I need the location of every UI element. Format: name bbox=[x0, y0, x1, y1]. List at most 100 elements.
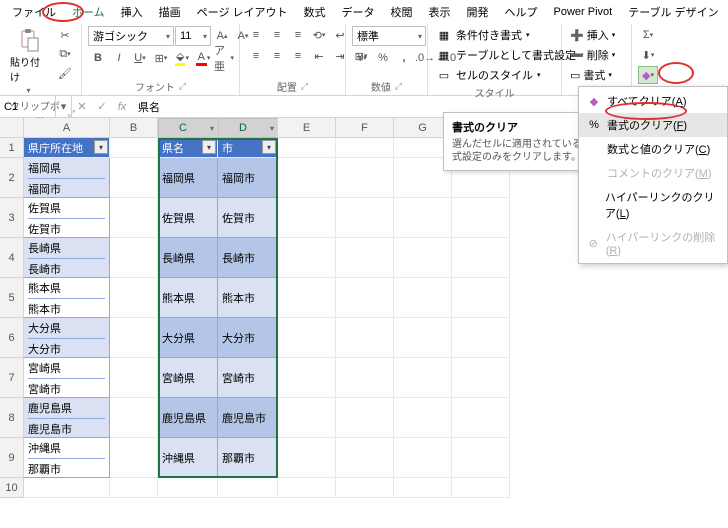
cell[interactable] bbox=[110, 238, 158, 278]
cell[interactable] bbox=[278, 158, 336, 198]
dialog-launcher-icon[interactable]: ⤢ bbox=[301, 81, 308, 92]
insert-cells-button[interactable]: ➕挿入▾ bbox=[568, 26, 617, 44]
cell[interactable] bbox=[452, 358, 510, 398]
clear-comments-item[interactable]: コメントのクリア(M) bbox=[579, 161, 727, 185]
cell[interactable] bbox=[452, 318, 510, 358]
valign-top-button[interactable]: ≡ bbox=[246, 26, 266, 44]
cell[interactable] bbox=[278, 478, 336, 498]
cell[interactable] bbox=[394, 358, 452, 398]
confirm-formula-button[interactable]: ✓ bbox=[92, 96, 112, 117]
valign-mid-button[interactable]: ≡ bbox=[267, 26, 287, 44]
cell-area[interactable]: 県庁所在地▾県名▾市▾福岡県福岡市福岡県福岡市佐賀県佐賀市佐賀県佐賀市長崎県長崎… bbox=[24, 138, 510, 498]
cell[interactable] bbox=[110, 278, 158, 318]
cell[interactable] bbox=[394, 238, 452, 278]
cut-button[interactable]: ✂ bbox=[55, 26, 75, 44]
row-header[interactable]: 6 bbox=[0, 318, 23, 358]
cell[interactable] bbox=[336, 198, 394, 238]
cell[interactable] bbox=[278, 398, 336, 438]
cell[interactable]: 宮崎県 bbox=[158, 358, 218, 398]
dialog-launcher-icon[interactable]: ⤢ bbox=[179, 81, 186, 92]
cell[interactable]: 鹿児島県 bbox=[158, 398, 218, 438]
copy-button[interactable]: ⧉▾ bbox=[55, 45, 75, 63]
row-header[interactable]: 10 bbox=[0, 478, 23, 498]
menu-draw[interactable]: 描画 bbox=[151, 1, 189, 23]
cell[interactable]: 沖縄県 bbox=[158, 438, 218, 478]
clear-button[interactable]: ◆▾ bbox=[638, 66, 658, 84]
name-box[interactable]: C1 bbox=[0, 96, 56, 117]
comma-button[interactable]: , bbox=[394, 49, 414, 67]
cell[interactable] bbox=[394, 198, 452, 238]
number-format-select[interactable]: 標準 bbox=[352, 26, 426, 46]
cell[interactable]: 熊本県 bbox=[158, 278, 218, 318]
cell[interactable]: 長崎県 bbox=[158, 238, 218, 278]
cell[interactable] bbox=[278, 198, 336, 238]
cell[interactable] bbox=[24, 478, 110, 498]
col-header-A[interactable]: A bbox=[24, 118, 110, 137]
col-header-C[interactable]: C bbox=[158, 118, 218, 138]
delete-cells-button[interactable]: ➖削除▾ bbox=[568, 46, 617, 64]
menu-home[interactable]: ホーム bbox=[64, 1, 113, 23]
align-center-button[interactable]: ≡ bbox=[267, 47, 287, 65]
menu-view[interactable]: 表示 bbox=[421, 1, 459, 23]
paste-button[interactable]: 貼り付け ▾ bbox=[6, 26, 51, 97]
cell[interactable] bbox=[278, 358, 336, 398]
row-header[interactable]: 2 bbox=[0, 158, 23, 198]
cell[interactable]: 県庁所在地▾ bbox=[24, 138, 110, 158]
cell[interactable] bbox=[218, 478, 278, 498]
cell[interactable] bbox=[452, 278, 510, 318]
row-header[interactable]: 7 bbox=[0, 358, 23, 398]
cell[interactable]: 福岡市 bbox=[218, 158, 278, 198]
cell[interactable]: 鹿児島市 bbox=[218, 398, 278, 438]
cell[interactable]: 福岡県福岡市 bbox=[24, 158, 110, 198]
cell[interactable] bbox=[336, 278, 394, 318]
cell[interactable] bbox=[110, 438, 158, 478]
phonetic-button[interactable]: ア亜▾ bbox=[214, 49, 234, 67]
filter-dropdown-icon[interactable]: ▾ bbox=[94, 140, 108, 154]
menu-file[interactable]: ファイル bbox=[4, 1, 64, 23]
orientation-button[interactable]: ⟲▾ bbox=[309, 26, 329, 44]
cell[interactable] bbox=[336, 158, 394, 198]
cell[interactable] bbox=[110, 478, 158, 498]
valign-bot-button[interactable]: ≡ bbox=[288, 26, 308, 44]
clear-formats-item[interactable]: %書式のクリア(F) bbox=[579, 113, 727, 137]
indent-dec-button[interactable]: ⇤ bbox=[309, 47, 329, 65]
cell[interactable] bbox=[452, 478, 510, 498]
fill-button[interactable]: ⬇▾ bbox=[638, 46, 658, 64]
cell[interactable] bbox=[336, 318, 394, 358]
cell[interactable]: 福岡県 bbox=[158, 158, 218, 198]
italic-button[interactable]: I bbox=[109, 49, 129, 67]
cell[interactable]: 宮崎県宮崎市 bbox=[24, 358, 110, 398]
align-right-button[interactable]: ≡ bbox=[288, 47, 308, 65]
cell-styles-button[interactable]: ▭セルのスタイル▾ bbox=[434, 66, 543, 84]
cell[interactable]: 佐賀県 bbox=[158, 198, 218, 238]
cell[interactable] bbox=[452, 438, 510, 478]
select-all-corner[interactable] bbox=[0, 118, 24, 137]
clear-all-item[interactable]: ◆すべてクリア(A) bbox=[579, 89, 727, 113]
cell[interactable] bbox=[110, 358, 158, 398]
border-button[interactable]: ⊞▾ bbox=[151, 49, 171, 67]
cell[interactable] bbox=[278, 318, 336, 358]
cell[interactable]: 県名▾ bbox=[158, 138, 218, 158]
dialog-launcher-icon[interactable]: ⤢ bbox=[395, 81, 402, 92]
row-header[interactable]: 5 bbox=[0, 278, 23, 318]
name-box-dropdown[interactable]: ▾ bbox=[56, 96, 72, 117]
cell[interactable] bbox=[278, 238, 336, 278]
menu-page-layout[interactable]: ページ レイアウト bbox=[189, 1, 296, 23]
cell[interactable]: 長崎市 bbox=[218, 238, 278, 278]
font-size-select[interactable]: 11 bbox=[175, 26, 211, 46]
bold-button[interactable]: B bbox=[88, 49, 108, 67]
cell[interactable]: 宮崎市 bbox=[218, 358, 278, 398]
cell[interactable] bbox=[394, 438, 452, 478]
row-header[interactable]: 4 bbox=[0, 238, 23, 278]
row-header[interactable]: 1 bbox=[0, 138, 23, 158]
autosum-button[interactable]: Σ▾ bbox=[638, 26, 658, 44]
cell[interactable] bbox=[452, 398, 510, 438]
cell[interactable] bbox=[278, 278, 336, 318]
cell[interactable]: 大分県大分市 bbox=[24, 318, 110, 358]
cell[interactable] bbox=[452, 238, 510, 278]
menu-power-pivot[interactable]: Power Pivot bbox=[546, 3, 621, 21]
cell[interactable]: 佐賀市 bbox=[218, 198, 278, 238]
menu-formulas[interactable]: 数式 bbox=[296, 1, 334, 23]
menu-data[interactable]: データ bbox=[334, 1, 383, 23]
cell[interactable] bbox=[394, 398, 452, 438]
